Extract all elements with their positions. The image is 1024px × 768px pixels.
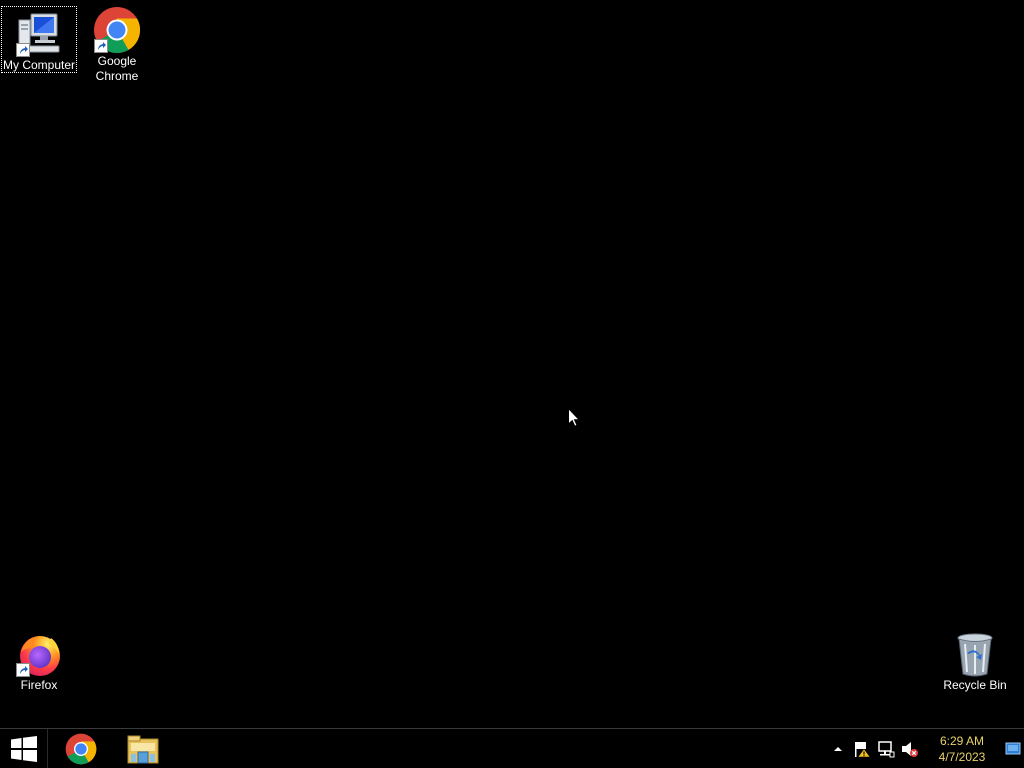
clock-time: 6:29 AM: [939, 733, 985, 748]
shortcut-arrow-icon: [94, 39, 108, 53]
chevron-up-icon: [834, 746, 842, 751]
mouse-cursor-icon: [568, 408, 580, 427]
network-button[interactable]: [874, 729, 898, 768]
folder-icon: [127, 735, 159, 763]
taskbar: 6:29 AM 4/7/2023: [0, 728, 1024, 768]
desktop[interactable]: My Computer Google Chrome Firefox Recycl…: [0, 0, 1024, 728]
desktop-icon-recycle-bin[interactable]: Recycle Bin: [937, 626, 1013, 693]
taskbar-clock[interactable]: 6:29 AM 4/7/2023: [922, 729, 1002, 768]
shortcut-arrow-icon: [16, 43, 30, 57]
desktop-icon-firefox[interactable]: Firefox: [1, 626, 77, 693]
shortcut-arrow-icon: [16, 663, 30, 677]
recycle-bin-icon: [951, 630, 999, 678]
desktop-icon-label: Google Chrome: [95, 54, 139, 83]
start-button[interactable]: [0, 729, 48, 768]
computer-icon: [15, 10, 63, 58]
notification-icon: [1005, 742, 1021, 754]
system-tray: 6:29 AM 4/7/2023: [826, 729, 1024, 768]
desktop-icon-my-computer[interactable]: My Computer: [1, 6, 77, 73]
network-icon: [878, 740, 895, 757]
volume-muted-icon: [902, 741, 918, 757]
flag-warning-icon: [855, 741, 871, 757]
desktop-icon-label: Firefox: [20, 678, 58, 692]
volume-button[interactable]: [898, 729, 922, 768]
windows-logo-icon: [10, 735, 37, 762]
desktop-icon-label: My Computer: [2, 58, 76, 72]
chrome-icon: [93, 6, 141, 54]
chrome-icon: [65, 733, 97, 764]
show-hidden-icons-button[interactable]: [826, 729, 850, 768]
show-desktop-button[interactable]: [1002, 729, 1024, 768]
clock-date: 4/7/2023: [938, 749, 986, 764]
taskbar-chrome-button[interactable]: [50, 729, 112, 768]
desktop-icon-google-chrome[interactable]: Google Chrome: [79, 2, 155, 84]
taskbar-file-explorer-button[interactable]: [112, 729, 174, 768]
desktop-icon-label: Recycle Bin: [943, 678, 1007, 692]
firefox-icon: [15, 630, 63, 678]
action-center-button[interactable]: [850, 729, 874, 768]
